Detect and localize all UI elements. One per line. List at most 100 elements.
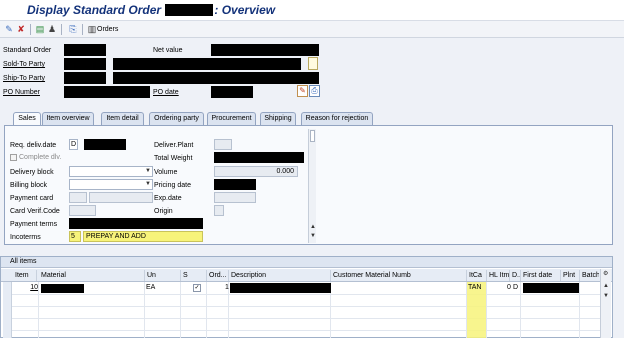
- hl-itm-cell[interactable]: 0: [507, 283, 511, 293]
- tab-sales[interactable]: Sales: [13, 112, 41, 126]
- col-d[interactable]: D..: [510, 270, 521, 281]
- items-table-title: All items: [1, 257, 612, 268]
- net-value-label: Net value: [153, 47, 183, 54]
- tab-shipping[interactable]: Shipping: [260, 112, 296, 125]
- volume-label: Volume: [154, 169, 178, 176]
- scroll-up-icon[interactable]: ▲: [310, 224, 316, 230]
- exp-date-field[interactable]: [214, 192, 256, 203]
- col-material[interactable]: Material: [39, 270, 145, 281]
- col-item[interactable]: Item: [13, 270, 37, 281]
- sold-to-name: [113, 58, 301, 70]
- tab-item-overview[interactable]: Item overview: [42, 112, 94, 125]
- payment-card-label: Payment card: [10, 195, 54, 202]
- orders-icon[interactable]: ▥: [87, 24, 97, 34]
- delete-icon[interactable]: ✘: [16, 24, 26, 34]
- row-line: [12, 330, 600, 331]
- description-cell[interactable]: [230, 283, 331, 293]
- card-verif-label: Card Verif.Code: [10, 208, 60, 215]
- scroll-thumb[interactable]: [310, 130, 315, 142]
- d-cell[interactable]: D: [513, 283, 518, 293]
- net-value-field[interactable]: [211, 44, 319, 56]
- first-date-cell[interactable]: [523, 283, 579, 293]
- scroll-up-icon[interactable]: ▲: [603, 283, 609, 289]
- origin-field[interactable]: [214, 205, 224, 216]
- panel-scrollbar[interactable]: ▲ ▼: [308, 129, 316, 243]
- col-un[interactable]: Un: [145, 270, 181, 281]
- billing-block-select[interactable]: ▼: [69, 179, 153, 190]
- col-ord[interactable]: Ord...: [207, 270, 229, 281]
- row-line: [12, 294, 600, 295]
- sold-to-label[interactable]: Sold-To Party: [3, 61, 45, 68]
- row-selector-column[interactable]: [3, 282, 12, 338]
- scroll-down-icon[interactable]: ▼: [310, 233, 316, 239]
- payment-card-number-field[interactable]: [89, 192, 153, 203]
- item-number-cell[interactable]: 10: [24, 283, 38, 293]
- standard-order-field[interactable]: [64, 44, 106, 56]
- deliver-plant-field[interactable]: [214, 139, 232, 150]
- complete-dlv-checkbox[interactable]: [10, 154, 17, 161]
- document-icon[interactable]: [308, 57, 318, 70]
- pencil-icon[interactable]: ✎: [297, 85, 308, 97]
- complete-dlv-label: Complete dlv.: [19, 154, 62, 161]
- incoterms-code-field[interactable]: 5: [69, 231, 81, 242]
- order-qty-cell[interactable]: 1: [225, 283, 229, 293]
- toolbar-separator: [61, 24, 62, 35]
- col-plnt[interactable]: Plnt: [561, 270, 580, 281]
- table-row[interactable]: 10 EA ✓ 1 TAN 0 D: [12, 283, 600, 294]
- s-checkbox[interactable]: ✓: [193, 284, 201, 292]
- tab-reason-for-rejection[interactable]: Reason for rejection: [301, 112, 373, 125]
- col-customer-material[interactable]: Customer Material Numb: [331, 270, 467, 281]
- chevron-down-icon: ▼: [145, 168, 151, 174]
- volume-field: 0.000: [214, 166, 298, 177]
- table-scrollbar[interactable]: ⚙ ▲ ▼: [600, 269, 611, 338]
- redacted-order-number: [165, 4, 214, 16]
- material-cell[interactable]: [41, 284, 84, 293]
- row-line: [12, 306, 600, 307]
- application-toolbar: ✎ ✘ ▤ ♟ ⎘ ▥ Orders: [0, 21, 624, 38]
- col-batch[interactable]: Batch: [580, 270, 599, 281]
- incoterms-desc-field[interactable]: PREPAY AND ADD: [83, 231, 203, 242]
- itca-cell[interactable]: TAN: [468, 283, 481, 293]
- scroll-down-icon[interactable]: ▼: [603, 293, 609, 299]
- req-deliv-date-field[interactable]: [84, 139, 126, 150]
- payment-card-type-field[interactable]: [69, 192, 87, 203]
- items-table: All items Item Material Un S Ord... Desc…: [0, 256, 613, 338]
- ship-to-field[interactable]: [64, 72, 106, 84]
- ship-to-label[interactable]: Ship-To Party: [3, 75, 45, 82]
- tab-procurement[interactable]: Procurement: [207, 112, 256, 125]
- user-icon[interactable]: ♟: [47, 24, 57, 34]
- payment-terms-field[interactable]: [69, 218, 203, 229]
- sold-to-field[interactable]: [64, 58, 106, 70]
- po-date-label[interactable]: PO date: [153, 89, 179, 96]
- po-number-label[interactable]: PO Number: [3, 89, 40, 96]
- pricing-date-field[interactable]: [214, 179, 256, 190]
- tab-ordering-party[interactable]: Ordering party: [149, 112, 204, 125]
- po-date-field[interactable]: [211, 86, 253, 98]
- unit-cell[interactable]: EA: [146, 283, 155, 293]
- po-number-field[interactable]: [64, 86, 150, 98]
- exp-date-label: Exp.date: [154, 195, 182, 202]
- col-itca[interactable]: ItCa: [467, 270, 487, 281]
- col-first-date[interactable]: First date: [521, 270, 561, 281]
- billing-block-label: Billing block: [10, 182, 47, 189]
- date-format-field[interactable]: D: [69, 139, 78, 150]
- print-icon[interactable]: ⎙: [309, 85, 320, 97]
- tab-item-detail[interactable]: Item detail: [101, 112, 144, 125]
- origin-label: Origin: [154, 208, 173, 215]
- display-change-icon[interactable]: ✎: [4, 24, 14, 34]
- col-hl-itm[interactable]: HL Itm: [487, 270, 510, 281]
- col-s[interactable]: S: [181, 270, 207, 281]
- ship-to-name: [113, 72, 319, 84]
- delivery-block-select[interactable]: ▼: [69, 166, 153, 177]
- document-flow-icon[interactable]: ⎘: [68, 24, 78, 34]
- toolbar-separator: [30, 24, 31, 35]
- col-description[interactable]: Description: [229, 270, 331, 281]
- card-verif-field[interactable]: [69, 205, 96, 216]
- window-title: Display Standard Order : Overview: [27, 3, 276, 17]
- settings-icon[interactable]: ⚙: [603, 270, 608, 277]
- payment-terms-label: Payment terms: [10, 221, 58, 228]
- tab-strip: Sales Item overview Item detail Ordering…: [0, 112, 624, 126]
- header-icon[interactable]: ▤: [35, 24, 45, 34]
- req-deliv-date-label: Req. deliv.date: [10, 142, 57, 149]
- orders-button[interactable]: Orders: [97, 26, 118, 33]
